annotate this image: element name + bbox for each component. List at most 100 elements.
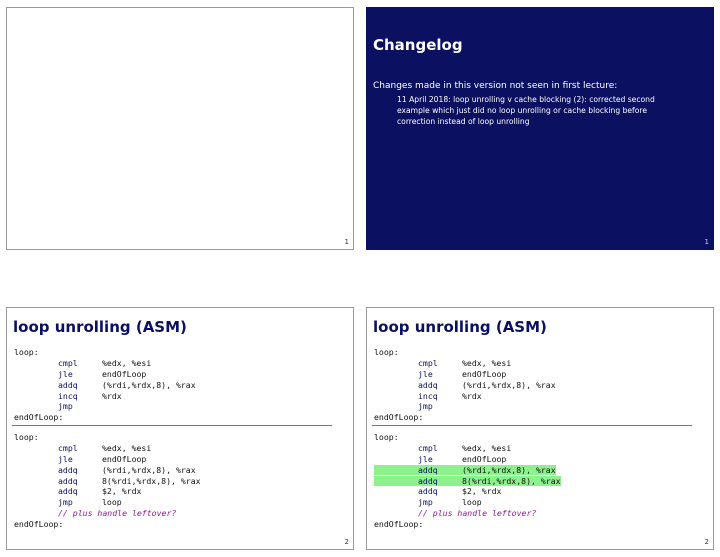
code-line: jmp bbox=[14, 401, 196, 412]
code-mnemonic: cmpl bbox=[58, 357, 78, 368]
code-mnemonic: addq bbox=[58, 486, 78, 497]
code-operands: 8(%rdi,%rdx,8), %rax bbox=[462, 475, 561, 486]
code-operands: endOfLoop bbox=[102, 453, 147, 464]
code-line: addq (%rdi,%rdx,8), %rax bbox=[374, 380, 556, 391]
divider bbox=[12, 425, 332, 426]
code-line: cmpl %edx, %esi bbox=[14, 443, 201, 454]
code-line: jmp loop bbox=[14, 497, 201, 508]
instruction: jmp bbox=[374, 401, 462, 411]
code-label: loop: bbox=[14, 347, 39, 357]
code-line: addq 8(%rdi,%rdx,8), %rax bbox=[374, 475, 561, 487]
instruction: cmpl %edx, %esi bbox=[374, 443, 511, 453]
code-operands: (%rdi,%rdx,8), %rax bbox=[102, 379, 196, 390]
code-line: addq (%rdi,%rdx,8), %rax bbox=[14, 465, 201, 476]
code-line: loop: bbox=[374, 432, 561, 443]
code-mnemonic: jmp bbox=[58, 497, 73, 508]
code-line: loop: bbox=[14, 432, 201, 443]
code-block-original: loop: cmpl %edx, %esi jle endOfLoop addq (%rdi… bbox=[374, 347, 556, 423]
code-mnemonic: jmp bbox=[418, 401, 433, 412]
code-mnemonic: addq bbox=[418, 379, 438, 390]
instruction: jle endOfLoop bbox=[14, 454, 146, 464]
code-operands: $2, %rdx bbox=[102, 486, 142, 497]
slide-title: Changelog bbox=[373, 36, 463, 54]
code-line: jle endOfLoop bbox=[374, 369, 556, 380]
instruction: incq %rdx bbox=[14, 391, 122, 401]
instruction: addq $2, %rdx bbox=[374, 486, 501, 496]
code-label: endOfLoop: bbox=[14, 519, 64, 530]
code-line: // plus handle leftover? bbox=[374, 508, 561, 519]
code-line: endOfLoop: bbox=[14, 519, 201, 530]
code-mnemonic: addq bbox=[418, 486, 438, 497]
code-operands: (%rdi,%rdx,8), %rax bbox=[462, 379, 556, 390]
slide-title: loop unrolling (ASM) bbox=[13, 318, 187, 336]
code-line: addq $2, %rdx bbox=[374, 486, 561, 497]
code-mnemonic: addq bbox=[418, 464, 438, 475]
code-line: cmpl %edx, %esi bbox=[374, 443, 561, 454]
code-line: incq %rdx bbox=[374, 391, 556, 402]
code-block-unrolled: loop: cmpl %edx, %esi jle endOfLoop addq (%rdi… bbox=[14, 432, 201, 530]
changelog-entry: 11 April 2018: loop unrolling v cache bl… bbox=[397, 95, 655, 126]
instruction: addq $2, %rdx bbox=[14, 486, 141, 496]
code-operands: %edx, %esi bbox=[462, 442, 512, 453]
code-line: endOfLoop: bbox=[14, 412, 196, 423]
code-mnemonic: jle bbox=[418, 453, 433, 464]
slide-loop-unrolling: loop unrolling (ASM) loop: cmpl %edx, %esi… bbox=[6, 307, 354, 550]
code-operands: loop bbox=[462, 497, 482, 508]
page-number: 2 bbox=[704, 538, 709, 546]
code-label: loop: bbox=[14, 432, 39, 442]
code-mnemonic: jle bbox=[58, 453, 73, 464]
instruction: addq (%rdi,%rdx,8), %rax bbox=[14, 380, 196, 390]
code-mnemonic: addq bbox=[58, 379, 78, 390]
code-label: loop: bbox=[374, 432, 399, 442]
code-comment: // plus handle leftover? bbox=[418, 508, 537, 519]
code-operands: %edx, %esi bbox=[102, 357, 152, 368]
code-line: jmp bbox=[374, 401, 556, 412]
code-mnemonic: addq bbox=[58, 464, 78, 475]
changelog-intro: Changes made in this version not seen in… bbox=[373, 81, 618, 91]
code-block-original: loop: cmpl %edx, %esi jle endOfLoop addq (%rdi… bbox=[14, 347, 196, 423]
code-line: addq (%rdi,%rdx,8), %rax bbox=[374, 464, 561, 476]
code-line: jle endOfLoop bbox=[14, 369, 196, 380]
instruction: jmp bbox=[14, 401, 102, 411]
instruction: cmpl %edx, %esi bbox=[14, 443, 151, 453]
code-line: loop: bbox=[374, 347, 556, 358]
instruction: jle endOfLoop bbox=[374, 369, 506, 379]
code-label: loop: bbox=[374, 347, 399, 357]
slide-loop-unrolling-highlighted: loop unrolling (ASM) loop: cmpl %edx, %esi… bbox=[366, 307, 714, 550]
code-label: endOfLoop: bbox=[374, 519, 424, 530]
instruction: jmp loop bbox=[14, 497, 122, 507]
instruction: jle endOfLoop bbox=[374, 454, 506, 464]
slide-changelog: Changelog Changes made in this version n… bbox=[366, 7, 714, 250]
code-mnemonic: cmpl bbox=[58, 442, 78, 453]
code-mnemonic: addq bbox=[418, 475, 438, 486]
divider bbox=[372, 425, 692, 426]
code-label: endOfLoop: bbox=[14, 412, 64, 423]
code-operands: endOfLoop bbox=[102, 368, 147, 379]
code-operands: %rdx bbox=[102, 390, 122, 401]
instruction: incq %rdx bbox=[374, 391, 482, 401]
page-number: 1 bbox=[344, 238, 349, 246]
code-comment: // plus handle leftover? bbox=[58, 508, 177, 519]
code-line: jle endOfLoop bbox=[374, 454, 561, 465]
code-line: // plus handle leftover? bbox=[14, 508, 201, 519]
code-line: cmpl %edx, %esi bbox=[14, 358, 196, 369]
code-line: endOfLoop: bbox=[374, 412, 556, 423]
code-operands: %edx, %esi bbox=[102, 442, 152, 453]
highlighted-instruction: addq 8(%rdi,%rdx,8), %rax bbox=[374, 475, 561, 486]
code-operands: loop bbox=[102, 497, 122, 508]
page-number: 2 bbox=[344, 538, 349, 546]
slide-title: loop unrolling (ASM) bbox=[373, 318, 547, 336]
code-operands: (%rdi,%rdx,8), %rax bbox=[462, 464, 556, 475]
code-mnemonic: jle bbox=[418, 368, 433, 379]
instruction: addq 8(%rdi,%rdx,8), %rax bbox=[14, 476, 201, 486]
code-line: cmpl %edx, %esi bbox=[374, 358, 556, 369]
instruction: cmpl %edx, %esi bbox=[14, 358, 151, 368]
code-operands: %rdx bbox=[462, 390, 482, 401]
code-line: jle endOfLoop bbox=[14, 454, 201, 465]
code-operands: endOfLoop bbox=[462, 368, 507, 379]
code-operands: endOfLoop bbox=[462, 453, 507, 464]
code-line: addq (%rdi,%rdx,8), %rax bbox=[14, 380, 196, 391]
code-label: endOfLoop: bbox=[374, 412, 424, 423]
instruction: addq (%rdi,%rdx,8), %rax bbox=[14, 465, 196, 475]
page-number: 1 bbox=[704, 238, 709, 246]
